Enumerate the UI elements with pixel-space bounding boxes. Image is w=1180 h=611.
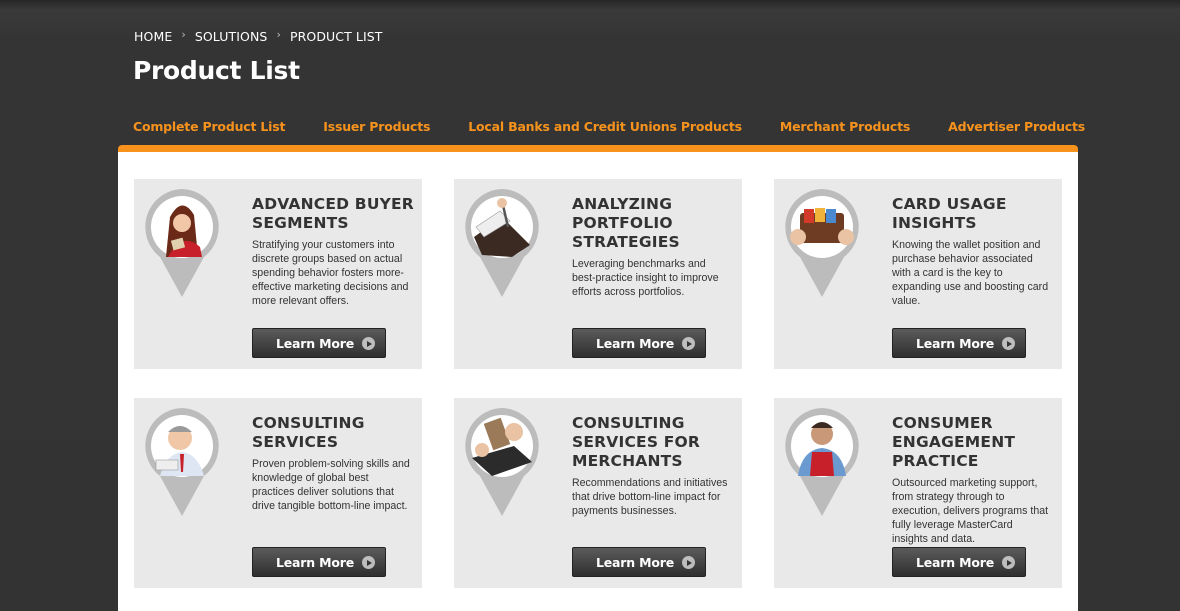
learn-more-button[interactable]: Learn More — [252, 328, 386, 358]
product-description: Leveraging benchmarks and best-practice … — [572, 258, 719, 298]
product-title: CONSUMER ENGAGEMENT PRACTICE — [892, 414, 1016, 470]
tab-local-banks-products[interactable]: Local Banks and Credit Unions Products — [468, 119, 742, 134]
learn-more-button[interactable]: Learn More — [572, 547, 706, 577]
product-description: Stratifying your customers into discrete… — [252, 239, 409, 307]
breadcrumb-separator-icon: › — [276, 28, 281, 41]
product-card: CONSULTING SERVICES Proven problem-solvi… — [134, 398, 422, 588]
product-title: ANALYZING PORTFOLIO STRATEGIES — [572, 195, 680, 251]
product-description: Proven problem-solving skills and knowle… — [252, 458, 410, 512]
learn-more-label: Learn More — [596, 335, 674, 351]
pen-document-illustration-icon — [462, 187, 542, 299]
product-card: CONSUMER ENGAGEMENT PRACTICE Outsourced … — [774, 398, 1062, 588]
breadcrumb-solutions-link[interactable]: SOLUTIONS — [195, 29, 268, 44]
learn-more-button[interactable]: Learn More — [892, 328, 1026, 358]
tab-complete-product-list[interactable]: Complete Product List — [133, 119, 285, 134]
product-card: CARD USAGE INSIGHTS Knowing the wallet p… — [774, 179, 1062, 369]
play-circle-icon — [682, 337, 695, 350]
woman-shopper-illustration-icon — [142, 187, 222, 299]
product-title: CARD USAGE INSIGHTS — [892, 195, 1007, 232]
learn-more-label: Learn More — [276, 335, 354, 351]
learn-more-label: Learn More — [916, 554, 994, 570]
tab-advertiser-products[interactable]: Advertiser Products — [948, 119, 1085, 134]
product-description: Recommendations and initiatives that dri… — [572, 477, 728, 517]
product-title: ADVANCED BUYER SEGMENTS — [252, 195, 414, 232]
breadcrumb-separator-icon: › — [181, 28, 186, 41]
consultant-illustration-icon — [142, 406, 222, 518]
tab-issuer-products[interactable]: Issuer Products — [323, 119, 430, 134]
breadcrumb-current: PRODUCT LIST — [289, 29, 383, 44]
learn-more-label: Learn More — [596, 554, 674, 570]
learn-more-button[interactable]: Learn More — [892, 547, 1026, 577]
learn-more-label: Learn More — [916, 335, 994, 351]
card-terminal-illustration-icon — [462, 406, 542, 518]
play-circle-icon — [1002, 337, 1015, 350]
play-circle-icon — [362, 337, 375, 350]
product-title: CONSULTING SERVICES FOR MERCHANTS — [572, 414, 701, 470]
tab-merchant-products[interactable]: Merchant Products — [780, 119, 910, 134]
wallet-illustration-icon — [782, 187, 862, 299]
breadcrumb-home-link[interactable]: HOME — [134, 29, 172, 44]
play-circle-icon — [362, 556, 375, 569]
play-circle-icon — [1002, 556, 1015, 569]
product-card: ANALYZING PORTFOLIO STRATEGIES Leveragin… — [454, 179, 742, 369]
product-description: Knowing the wallet position and purchase… — [892, 239, 1049, 307]
product-card: CONSULTING SERVICES FOR MERCHANTS Recomm… — [454, 398, 742, 588]
product-card: ADVANCED BUYER SEGMENTS Stratifying your… — [134, 179, 422, 369]
play-circle-icon — [682, 556, 695, 569]
product-category-tabs: Complete Product List Issuer Products Lo… — [133, 119, 1123, 134]
page-title: Product List — [133, 56, 300, 85]
learn-more-button[interactable]: Learn More — [572, 328, 706, 358]
merchant-illustration-icon — [782, 406, 862, 518]
product-description: Outsourced marketing support, from strat… — [892, 477, 1049, 545]
product-title: CONSULTING SERVICES — [252, 414, 365, 451]
learn-more-label: Learn More — [276, 554, 354, 570]
product-list-panel: ADVANCED BUYER SEGMENTS Stratifying your… — [118, 145, 1078, 611]
learn-more-button[interactable]: Learn More — [252, 547, 386, 577]
breadcrumb: HOME › SOLUTIONS › PRODUCT LIST — [134, 28, 383, 44]
